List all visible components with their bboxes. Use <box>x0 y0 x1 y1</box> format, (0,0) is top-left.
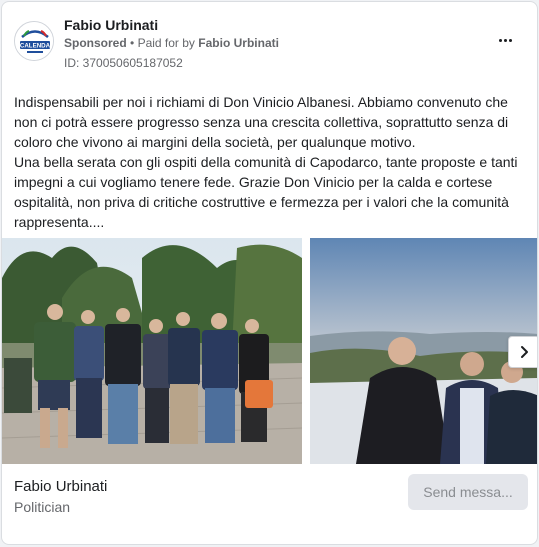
paid-for-prefix: Paid for by <box>137 36 195 50</box>
more-horizontal-icon <box>498 38 502 42</box>
carousel-photo[interactable] <box>310 238 537 464</box>
footer-page-name[interactable]: Fabio Urbinati <box>14 478 107 495</box>
carousel-next-button[interactable] <box>508 336 537 368</box>
chevron-right-icon <box>521 346 528 358</box>
image-carousel <box>2 238 537 464</box>
post-text: Indispensabili per noi i richiami di Don… <box>14 94 518 230</box>
avatar[interactable]: CALENDA <box>14 21 54 61</box>
ad-library-id: ID: 370050605187052 <box>64 56 183 70</box>
carousel-photo[interactable] <box>2 238 302 464</box>
more-options-button[interactable] <box>493 30 517 50</box>
group-photo-image <box>2 238 302 464</box>
avatar-logo-text: CALENDA <box>20 43 51 50</box>
sponsored-label[interactable]: Sponsored <box>64 36 127 50</box>
paid-for-name: Fabio Urbinati <box>198 36 279 50</box>
ad-card: CALENDA Fabio Urbinati Sponsored • Paid … <box>1 1 538 545</box>
sunset-photo-image <box>310 238 537 464</box>
meta-separator: • <box>130 36 135 50</box>
footer-page-category: Politician <box>14 499 71 515</box>
send-message-button[interactable]: Send messa... <box>408 474 528 510</box>
sponsored-line: Sponsored • Paid for by Fabio Urbinati <box>64 36 279 50</box>
ad-footer: Fabio Urbinati Politician Send messa... <box>2 464 537 544</box>
page-name[interactable]: Fabio Urbinati <box>64 17 158 33</box>
ad-header: CALENDA Fabio Urbinati Sponsored • Paid … <box>14 16 525 72</box>
calenda-logo: CALENDA <box>15 22 53 60</box>
